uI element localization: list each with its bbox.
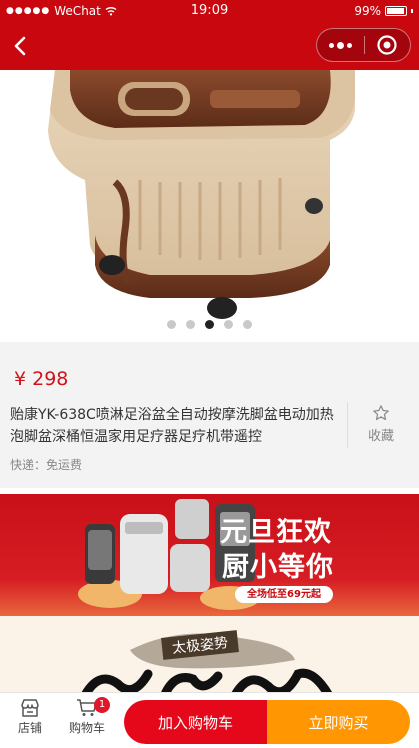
carousel-dot[interactable] <box>243 320 252 329</box>
cart-tab[interactable]: 购物车 1 <box>62 697 112 736</box>
battery-tip <box>411 9 413 13</box>
foot-spa-product-image <box>48 70 355 319</box>
battery-percent: 99% <box>354 4 381 18</box>
carousel-dot[interactable] <box>224 320 233 329</box>
bottom-action-bar: 店铺 购物车 1 加入购物车 立即购买 <box>0 692 419 748</box>
more-dots-icon-center <box>336 41 344 49</box>
battery-icon <box>385 6 407 16</box>
product-title: 贻康YK-638C喷淋足浴盆全自动按摩洗脚盆电动加热泡脚盆深桶恒温家用足疗器足疗… <box>10 407 334 445</box>
shipping-info: 快递：免运费 <box>10 458 83 472</box>
favorite-button[interactable]: 收藏 <box>361 404 401 444</box>
product-price: ¥ 298 <box>14 368 69 390</box>
more-button[interactable] <box>317 29 364 61</box>
banner-pill: 全场低至69元起 <box>235 586 333 603</box>
back-button[interactable] <box>6 32 34 60</box>
favorite-divider <box>347 402 348 448</box>
banner-headline-1: 元旦狂欢 <box>220 517 332 548</box>
banner-headline-2: 厨小等你 <box>222 552 334 583</box>
cart-badge: 1 <box>94 697 110 713</box>
status-bar: ●●●●● WeChat 19:09 99% <box>0 0 419 22</box>
more-dots-icon-right <box>346 42 352 48</box>
product-image-carousel[interactable] <box>0 70 419 342</box>
cart-label: 购物车 <box>68 721 105 735</box>
mini-program-capsule <box>316 28 411 62</box>
carousel-indicator <box>0 320 419 329</box>
close-target-icon <box>377 35 397 55</box>
status-right: 99% <box>354 4 413 18</box>
favorite-label: 收藏 <box>367 429 394 444</box>
nav-bar <box>0 22 419 70</box>
buy-now-button[interactable]: 立即购买 <box>267 700 410 744</box>
shop-tab[interactable]: 店铺 <box>6 699 54 736</box>
add-to-cart-button[interactable]: 加入购物车 <box>124 700 267 744</box>
product-info: ¥ 298 贻康YK-638C喷淋足浴盆全自动按摩洗脚盆电动加热泡脚盆深桶恒温家… <box>0 342 419 488</box>
carousel-dot[interactable] <box>167 320 176 329</box>
more-dots-icon <box>328 42 334 48</box>
back-arrow-icon <box>14 36 26 56</box>
shop-icon <box>21 699 39 717</box>
promo-banner-taiji[interactable]: 太极姿势 <box>0 616 419 696</box>
close-button[interactable] <box>364 29 410 61</box>
carousel-dot[interactable] <box>186 320 195 329</box>
shop-label: 店铺 <box>17 721 42 735</box>
promo-banner-new-year[interactable]: 元旦狂欢 厨小等你 全场低至69元起 <box>0 494 419 616</box>
carousel-dot-active[interactable] <box>205 320 214 329</box>
star-outline-icon <box>373 405 389 421</box>
